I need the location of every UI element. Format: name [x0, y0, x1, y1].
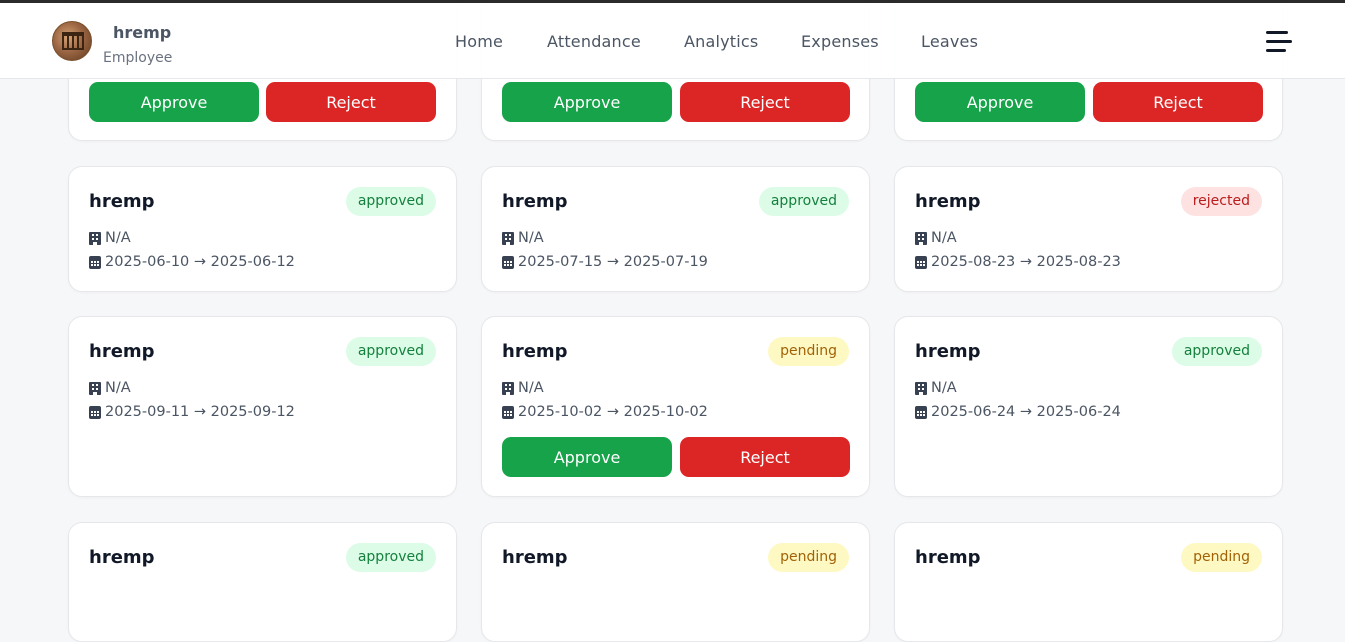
leave-card: hremp approved: [68, 522, 457, 642]
calendar-icon: [89, 405, 101, 419]
nav-analytics[interactable]: Analytics: [684, 32, 758, 51]
reject-button[interactable]: Reject: [680, 82, 850, 122]
date-range-row: 2025-08-23 → 2025-08-23: [915, 254, 1121, 270]
date-range-row: 2025-10-02 → 2025-10-02: [502, 404, 708, 420]
employee-name: hremp: [915, 341, 981, 362]
approve-button[interactable]: Approve: [502, 82, 672, 122]
leave-card: hremp approved N/A 2025-07-15 → 2025-07-…: [481, 166, 870, 292]
building-icon: [502, 381, 514, 395]
user-name: hremp: [113, 23, 172, 42]
status-badge: rejected: [1180, 187, 1262, 216]
calendar-icon: [502, 255, 514, 269]
approve-button[interactable]: Approve: [502, 437, 672, 477]
date-range-row: 2025-06-24 → 2025-06-24: [915, 404, 1121, 420]
employee-name: hremp: [89, 191, 155, 212]
employee-name: hremp: [915, 191, 981, 212]
nav-attendance[interactable]: Attendance: [547, 32, 641, 51]
employee-name: hremp: [89, 341, 155, 362]
calendar-icon: [915, 405, 927, 419]
status-badge: approved: [1171, 337, 1262, 366]
user-avatar[interactable]: [52, 21, 92, 61]
location-row: N/A: [502, 230, 544, 246]
status-badge: pending: [768, 337, 849, 366]
status-badge: pending: [768, 543, 849, 572]
user-role: Employee: [103, 50, 173, 66]
building-icon: [89, 381, 101, 395]
date-range-row: 2025-09-11 → 2025-09-12: [89, 404, 295, 420]
building-icon: [915, 231, 927, 245]
employee-name: hremp: [502, 547, 568, 568]
status-badge: approved: [758, 187, 849, 216]
building-icon: [502, 231, 514, 245]
nav-leaves[interactable]: Leaves: [921, 32, 978, 51]
calendar-icon: [915, 255, 927, 269]
leave-card: hremp approved N/A 2025-06-24 → 2025-06-…: [894, 316, 1283, 497]
building-icon: [89, 231, 101, 245]
leave-card: hremp approved N/A 2025-06-10 → 2025-06-…: [68, 166, 457, 292]
employee-name: hremp: [915, 547, 981, 568]
approve-button[interactable]: Approve: [89, 82, 259, 122]
leave-card: hremp rejected N/A 2025-08-23 → 2025-08-…: [894, 166, 1283, 292]
employee-name: hremp: [502, 341, 568, 362]
location-row: N/A: [89, 380, 131, 396]
nav-expenses[interactable]: Expenses: [801, 32, 879, 51]
reject-button[interactable]: Reject: [680, 437, 850, 477]
status-badge: pending: [1181, 543, 1262, 572]
nav-home[interactable]: Home: [455, 32, 503, 51]
building-icon: [915, 381, 927, 395]
window-top-border: [0, 0, 1345, 3]
leave-card: hremp pending: [481, 522, 870, 642]
employee-name: hremp: [502, 191, 568, 212]
date-range-row: 2025-07-15 → 2025-07-19: [502, 254, 708, 270]
approve-button[interactable]: Approve: [915, 82, 1085, 122]
status-badge: approved: [345, 187, 436, 216]
calendar-icon: [502, 405, 514, 419]
location-row: N/A: [89, 230, 131, 246]
top-navbar: hremp Employee Home Attendance Analytics…: [0, 3, 1345, 79]
leave-card: hremp pending: [894, 522, 1283, 642]
menu-icon[interactable]: [1266, 31, 1292, 53]
calendar-icon: [89, 255, 101, 269]
date-range-row: 2025-06-10 → 2025-06-12: [89, 254, 295, 270]
leave-card: hremp approved N/A 2025-09-11 → 2025-09-…: [68, 316, 457, 497]
status-badge: approved: [345, 543, 436, 572]
status-badge: approved: [345, 337, 436, 366]
employee-name: hremp: [89, 547, 155, 568]
location-row: N/A: [915, 380, 957, 396]
leave-card: hremp pending N/A 2025-10-02 → 2025-10-0…: [481, 316, 870, 497]
location-row: N/A: [502, 380, 544, 396]
reject-button[interactable]: Reject: [266, 82, 436, 122]
location-row: N/A: [915, 230, 957, 246]
reject-button[interactable]: Reject: [1093, 82, 1263, 122]
